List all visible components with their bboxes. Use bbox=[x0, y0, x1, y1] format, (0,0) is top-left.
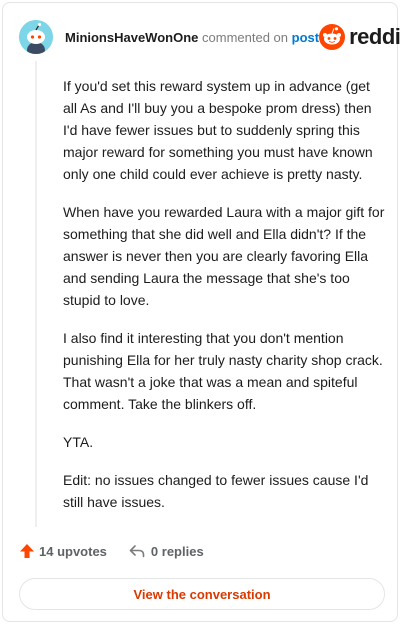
comment-paragraph: When have you rewarded Laura with a majo… bbox=[63, 204, 385, 308]
username-link[interactable]: MinionsHaveWonOne bbox=[65, 30, 198, 45]
commented-on-label: commented on bbox=[202, 29, 289, 45]
comment-card: MinionsHaveWonOne commented on post redd… bbox=[2, 2, 400, 622]
upvote-button[interactable]: 14 upvotes bbox=[19, 543, 107, 559]
thread-line bbox=[35, 61, 37, 527]
comment-paragraph: YTA. bbox=[63, 434, 94, 450]
upvote-count: 14 upvotes bbox=[39, 543, 107, 559]
comment-paragraph: I also find it interesting that you don'… bbox=[63, 330, 383, 412]
reply-count: 0 replies bbox=[150, 543, 204, 559]
comment-meta: MinionsHaveWonOne commented on post bbox=[65, 30, 319, 45]
view-conversation-button[interactable]: View the conversation bbox=[19, 578, 385, 610]
comment-body: If you'd set this reward system up in ad… bbox=[63, 75, 385, 529]
comment-paragraph: Edit: no issues changed to fewer issues … bbox=[63, 472, 369, 510]
comment-header: MinionsHaveWonOne commented on post redd… bbox=[19, 19, 400, 55]
snoo-avatar-icon[interactable] bbox=[19, 20, 53, 54]
reply-arrow-icon bbox=[129, 545, 145, 558]
comment-paragraph: If you'd set this reward system up in ad… bbox=[63, 78, 373, 182]
reddit-logo-icon bbox=[319, 24, 346, 50]
post-link[interactable]: post bbox=[292, 30, 319, 45]
reddit-wordmark: reddit bbox=[349, 24, 400, 49]
upvote-arrow-icon bbox=[20, 544, 34, 558]
comment-footer: 14 upvotes 0 replies bbox=[19, 543, 204, 559]
reply-button[interactable]: 0 replies bbox=[129, 544, 204, 559]
reddit-logo[interactable]: reddit bbox=[319, 24, 400, 50]
